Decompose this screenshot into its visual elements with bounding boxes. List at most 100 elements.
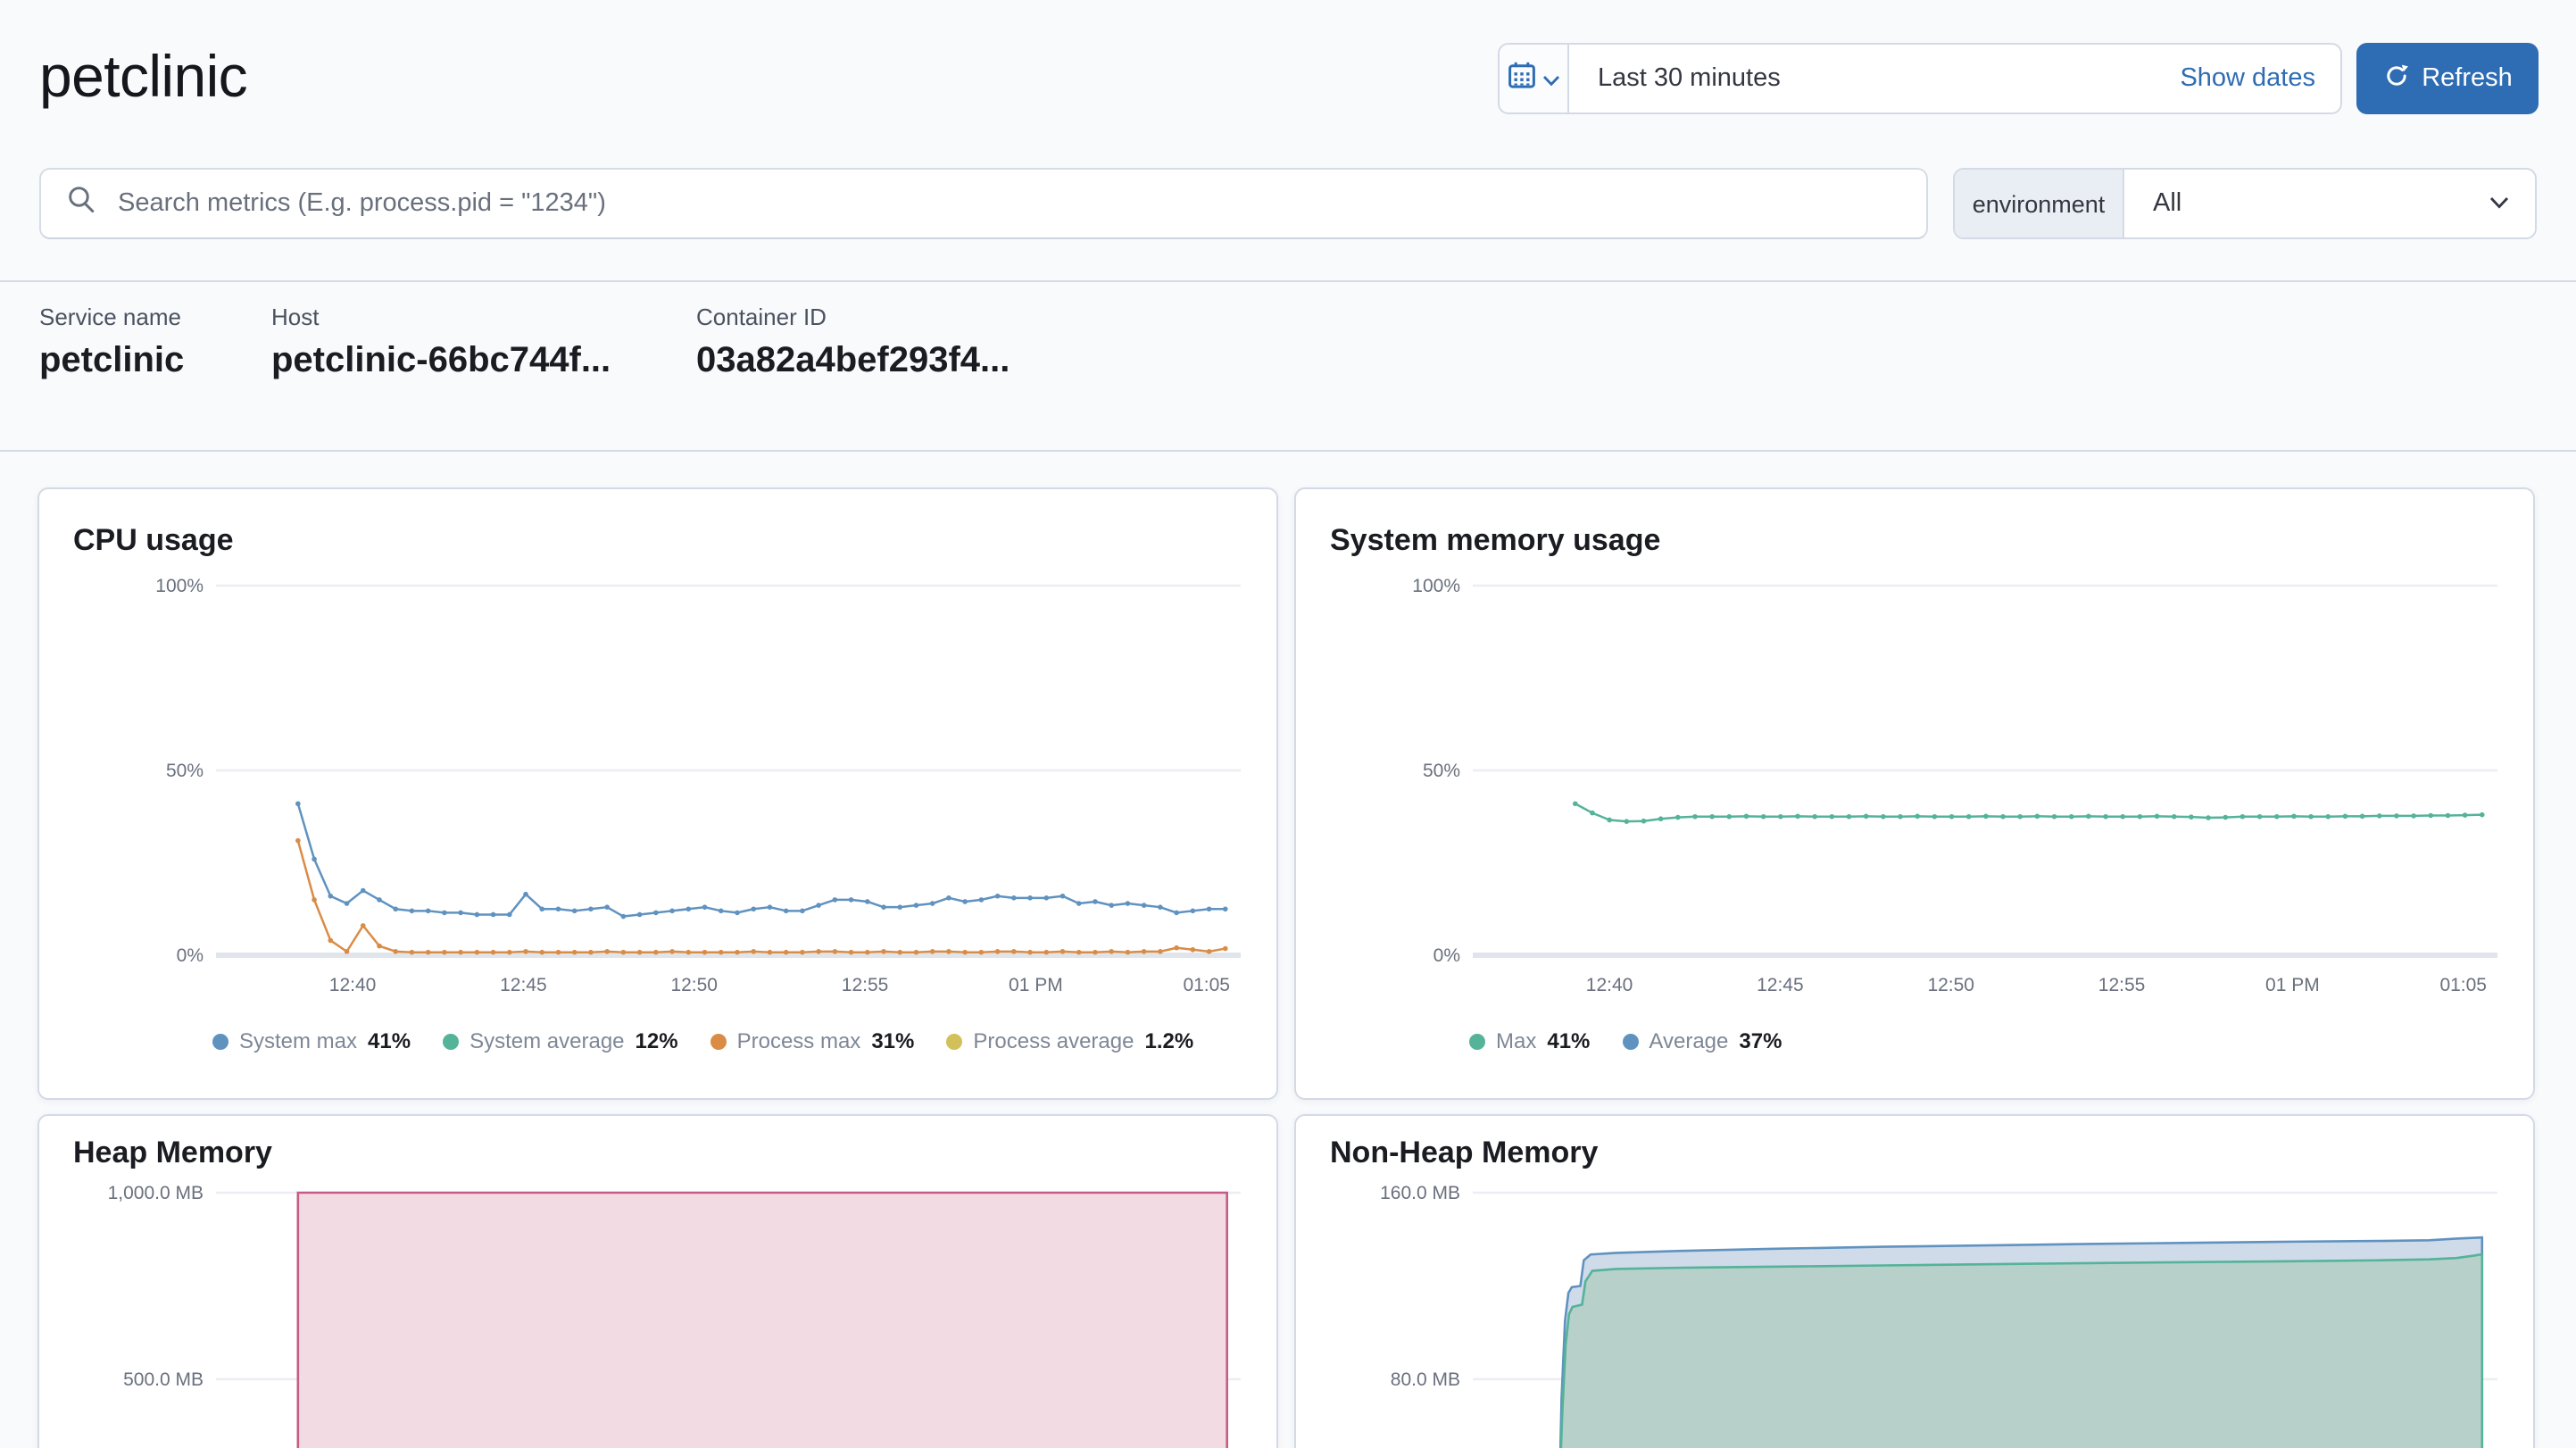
date-picker: Last 30 minutes Show dates [1498, 43, 2342, 114]
container-id-info: Container ID 03a82a4bef293f4... [696, 304, 1010, 382]
data-point-marker [409, 949, 415, 955]
data-point-marker [2239, 813, 2246, 820]
data-point-marker [2273, 813, 2280, 820]
data-point-marker [2137, 813, 2143, 820]
legend-item-system-max[interactable]: System max 41% [212, 1028, 411, 1053]
host-value: petclinic-66bc744f... [271, 341, 611, 380]
data-point-marker [864, 949, 870, 955]
legend-value: 41% [368, 1028, 411, 1053]
data-point-marker [816, 949, 821, 954]
cpu-usage-panel: 100% 50% 0% 12:40 12:45 12:50 12:55 01 PM 01:05 … [37, 487, 1278, 1100]
data-point-marker [1093, 949, 1098, 955]
data-point-marker [1932, 813, 1938, 820]
data-point-marker [360, 887, 366, 894]
y-axis-tick-label: 0% [177, 945, 204, 966]
data-point-marker [2428, 812, 2434, 819]
data-point-marker [702, 904, 708, 910]
data-point-marker [1881, 813, 1886, 820]
legend-item-max[interactable]: Max 41% [1469, 1028, 1590, 1053]
data-point-marker [848, 949, 854, 955]
data-point-marker [2086, 813, 2091, 820]
system-memory-legend: Max 41% Average 37% [1469, 1028, 1782, 1053]
data-point-marker [2308, 813, 2314, 820]
y-axis-tick-label: 50% [1423, 761, 1460, 781]
data-point-marker [377, 897, 382, 903]
chart-title: CPU usage [73, 523, 234, 557]
legend-item-average[interactable]: Average 37% [1622, 1028, 1782, 1053]
data-point-marker [1692, 813, 1698, 820]
chart-title: System memory usage [1330, 523, 1661, 557]
data-point-marker [1590, 810, 1595, 816]
data-point-marker [2189, 814, 2194, 820]
data-point-marker [897, 904, 903, 910]
data-point-marker [620, 913, 627, 920]
page-title: petclinic [39, 43, 248, 109]
refresh-button[interactable]: Refresh [2356, 43, 2539, 114]
legend-dot-icon [212, 1033, 229, 1049]
legend-label: Max [1496, 1028, 1537, 1053]
data-point-marker [1675, 814, 1681, 820]
heap-memory-panel: 1,000.0 MB 500.0 MB Heap Memory [37, 1114, 1278, 1448]
apm-metrics-page: petclinic Last 30 minutes Show dates Ref… [0, 0, 2576, 1448]
quick-select-button[interactable] [1500, 45, 1569, 112]
data-point-marker [2479, 811, 2485, 818]
system-memory-chart: 100% 50% 0% 12:40 12:45 12:50 12:55 01 PM 01:05 [1412, 576, 2497, 995]
data-point-marker [1726, 813, 1733, 820]
data-point-marker [929, 949, 935, 954]
service-name-label: Service name [39, 304, 181, 330]
legend-label: System max [239, 1028, 358, 1053]
series-max [1573, 801, 2485, 824]
data-point-marker [377, 943, 382, 949]
data-point-marker [1641, 818, 1647, 824]
legend-dot-icon [1469, 1033, 1485, 1049]
legend-label: Process average [973, 1028, 1134, 1053]
show-dates-link[interactable]: Show dates [2180, 64, 2340, 93]
legend-item-process-max[interactable]: Process max 31% [710, 1028, 914, 1053]
data-point-marker [555, 906, 561, 912]
data-point-marker [735, 910, 740, 916]
data-point-marker [1965, 813, 1972, 820]
line-path [296, 803, 1226, 918]
data-point-marker [588, 906, 594, 912]
x-axis-tick-label: 12:50 [1927, 975, 1974, 995]
data-point-marker [506, 949, 512, 955]
data-point-marker [1863, 813, 1869, 820]
data-point-marker [555, 949, 561, 955]
legend-value: 12% [635, 1028, 678, 1053]
host-info: Host petclinic-66bc744f... [271, 304, 611, 382]
legend-item-system-average[interactable]: System average 12% [443, 1028, 678, 1053]
data-point-marker [1607, 817, 1612, 823]
data-point-marker [442, 949, 447, 955]
data-point-marker [962, 949, 968, 955]
divider [0, 280, 2576, 282]
data-point-marker [1059, 949, 1066, 954]
y-axis-tick-label: 100% [1412, 576, 1460, 596]
area-path [296, 1191, 1228, 1448]
search-input[interactable] [96, 170, 1926, 237]
time-range-display[interactable]: Last 30 minutes [1569, 64, 2180, 93]
data-point-marker [1027, 949, 1033, 955]
legend-label: System average [469, 1028, 625, 1053]
data-point-marker [2411, 813, 2416, 819]
data-point-marker [994, 893, 1001, 899]
data-point-marker [636, 949, 643, 955]
data-point-marker [1190, 946, 1196, 953]
data-point-marker [783, 949, 789, 955]
legend-item-process-average[interactable]: Process average 1.2% [946, 1028, 1193, 1053]
y-axis-tick-label: 160.0 MB [1380, 1183, 1460, 1203]
cpu-usage-chart: 100% 50% 0% 12:40 12:45 12:50 12:55 01 PM 01:05 [155, 576, 1241, 995]
data-point-marker [832, 949, 838, 954]
x-axis-tick-label: 12:50 [670, 975, 718, 995]
divider [0, 450, 2576, 452]
data-point-marker [571, 949, 578, 955]
chevron-down-icon [1542, 65, 1560, 92]
data-point-marker [1949, 813, 1955, 820]
data-point-marker [832, 897, 838, 903]
legend-dot-icon [710, 1033, 727, 1049]
environment-select[interactable]: All [2124, 170, 2535, 237]
data-point-marker [978, 897, 985, 903]
data-point-marker [1011, 949, 1017, 954]
search-icon [41, 184, 96, 223]
data-point-marker [1190, 908, 1196, 914]
data-point-marker [2154, 813, 2160, 820]
